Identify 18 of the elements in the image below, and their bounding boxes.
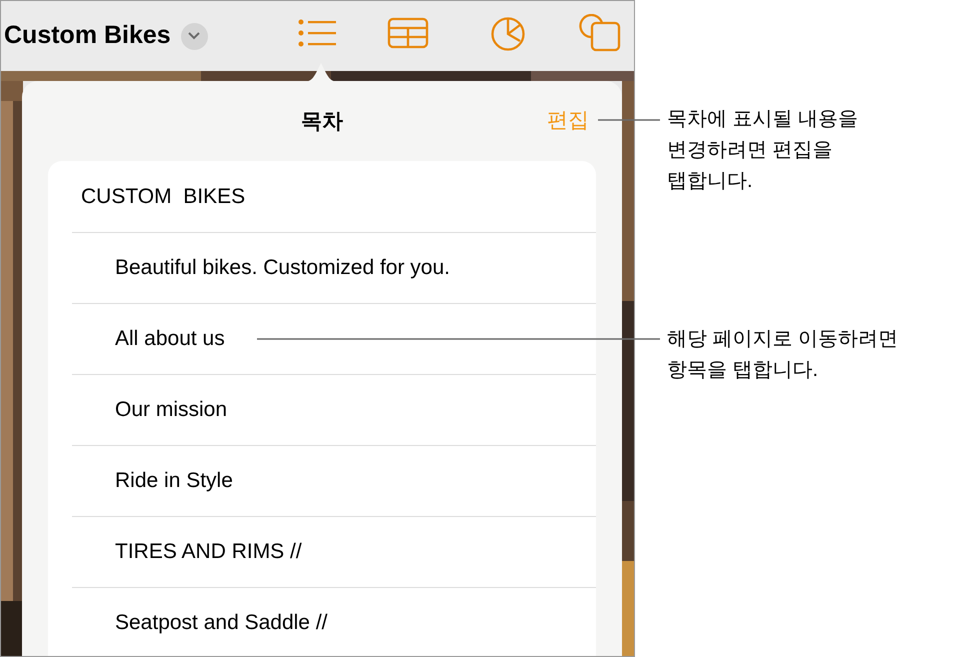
toc-entry[interactable]: TIRES AND RIMS // (72, 536, 302, 568)
toc-entry[interactable]: Our mission (72, 394, 228, 426)
callout-text: 해당 페이지로 이동하려면 항목을 탭합니다. (667, 327, 900, 383)
toc-entry[interactable]: All about us (72, 323, 225, 355)
toc-entry[interactable]: Ride in Style (72, 465, 233, 497)
chevron-down-icon (188, 32, 200, 40)
shapes-icon[interactable] (579, 14, 623, 52)
title-menu-button[interactable] (180, 22, 208, 50)
toc-entry[interactable]: CUSTOM BIKES (48, 180, 246, 212)
toc-entry[interactable]: Seatpost and Saddle // (72, 607, 328, 639)
leader-line (598, 119, 660, 121)
callout-text: 목차에 표시될 내용을 변경하려면 편집을 탭합니다. (667, 107, 860, 194)
table-icon[interactable] (387, 17, 429, 49)
pie-chart-icon[interactable] (490, 16, 526, 52)
list-icon[interactable] (297, 18, 337, 48)
popover-title: 목차 (301, 109, 343, 135)
toc-entry[interactable]: Beautiful bikes. Customized for you. (72, 252, 450, 284)
document-title: Custom Bikes (4, 20, 171, 52)
